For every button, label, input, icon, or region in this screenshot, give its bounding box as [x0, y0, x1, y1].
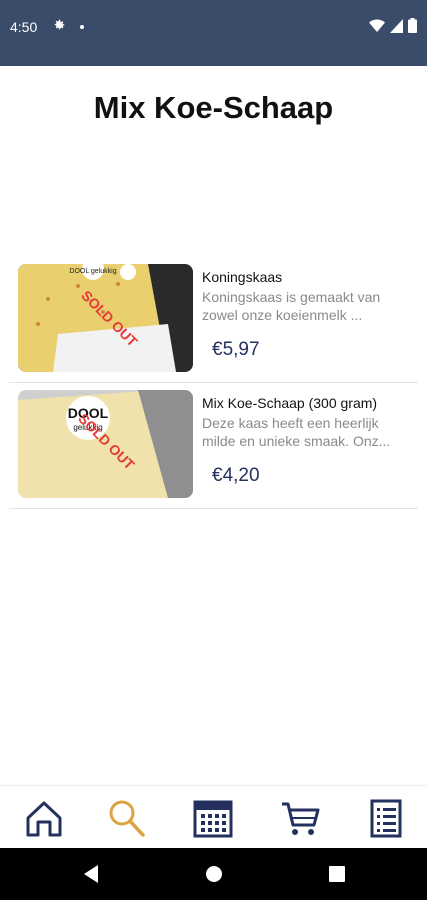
calendar-icon[interactable] [193, 798, 233, 838]
bottom-nav [0, 785, 427, 849]
product-image: DOOL gelukkig SOLD OUT [18, 390, 193, 498]
signal-icon [390, 18, 403, 33]
list-icon[interactable] [366, 798, 406, 838]
gear-icon [54, 19, 65, 30]
status-bar: 4:50 [0, 0, 427, 66]
notification-dot-icon [80, 25, 84, 29]
product-price: €4,20 [212, 465, 260, 486]
product-list: DOOL gelukkig SOLD OUT Koningskaas Konin… [9, 257, 418, 509]
product-name: Koningskaas [202, 269, 283, 285]
product-name: Mix Koe-Schaap (300 gram) [202, 395, 378, 411]
product-card[interactable]: DOOL gelukkig SOLD OUT Mix Koe-Schaap (3… [9, 383, 418, 509]
status-time: 4:50 [10, 19, 38, 35]
product-price: €5,97 [212, 339, 260, 360]
recents-icon[interactable] [328, 864, 346, 884]
product-card[interactable]: DOOL gelukkig SOLD OUT Koningskaas Konin… [9, 257, 418, 383]
wifi-icon [369, 19, 385, 32]
product-image-label: DOOL gelukkig [69, 268, 116, 275]
product-description: Deze kaas heeft een heerlijk milde en un… [202, 415, 391, 449]
product-description: Koningskaas is gemaakt van zowel onze ko… [202, 289, 381, 323]
home-icon[interactable] [24, 798, 64, 838]
status-icons [369, 18, 417, 33]
home-button-icon[interactable] [205, 864, 223, 884]
battery-icon [408, 18, 417, 33]
system-nav-bar [0, 848, 427, 900]
cart-icon[interactable] [280, 798, 320, 838]
back-icon[interactable] [82, 864, 100, 884]
product-image: DOOL gelukkig SOLD OUT [18, 264, 193, 372]
search-icon[interactable] [106, 798, 146, 838]
page-title: Mix Koe-Schaap [93, 90, 334, 125]
